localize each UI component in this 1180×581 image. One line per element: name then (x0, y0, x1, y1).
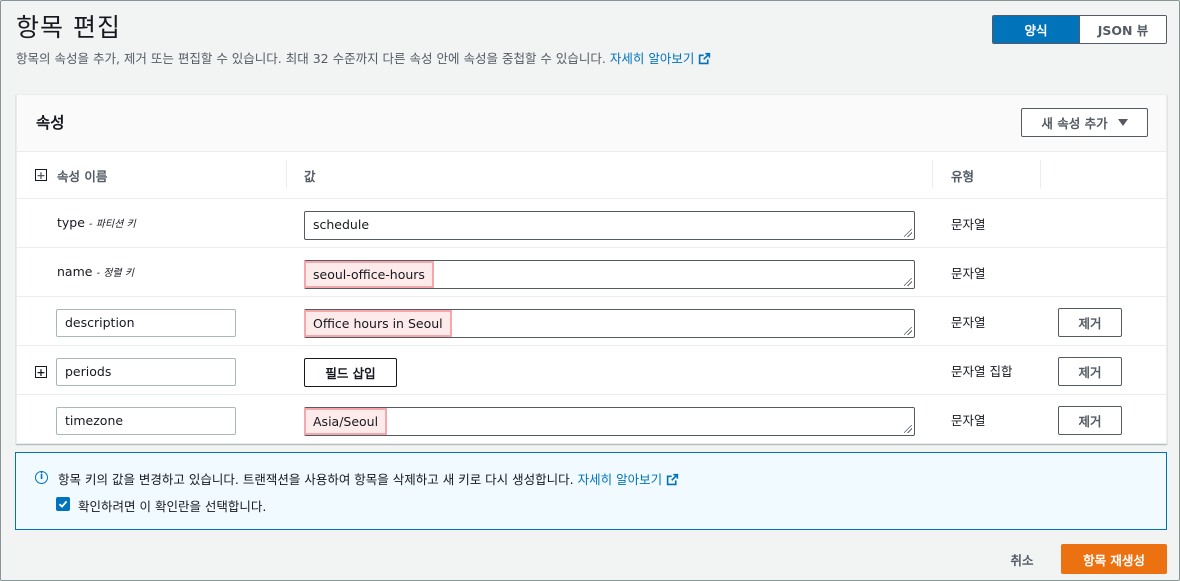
remove-button[interactable]: 제거 (1058, 308, 1122, 337)
attribute-name-field[interactable]: description (56, 309, 236, 337)
resize-grip-icon[interactable] (904, 425, 912, 433)
resize-grip-icon[interactable] (904, 278, 912, 286)
value-field[interactable]: Office hours in Seoul (304, 309, 915, 338)
type-label: 문자열 (951, 266, 986, 281)
column-header-name: 속성 이름 (57, 169, 108, 184)
form-view-button[interactable]: 양식 (993, 16, 1079, 43)
alert-message: 항목 키의 값을 변경하고 있습니다. 트랜잭션을 사용하여 항목을 삭제하고 … (58, 469, 679, 488)
sort-key-name: name - 정렬 키 (57, 264, 135, 279)
column-header-value: 값 (304, 169, 316, 184)
page-description: 항목의 속성을 추가, 제거 또는 편집할 수 있습니다. 최대 32 수준까지… (16, 48, 711, 67)
panel-header: 속성 새 속성 추가 (17, 95, 1166, 152)
changed-value-highlight: Office hours in Seoul (304, 310, 452, 337)
page-title: 항목 편집 (16, 13, 121, 42)
attribute-name-field[interactable]: timezone (56, 407, 236, 435)
confirm-checkbox[interactable] (56, 497, 70, 511)
view-toggle: 양식 JSON 뷰 (992, 15, 1167, 44)
panel-title: 속성 (36, 114, 65, 132)
type-label: 문자열 집합 (951, 364, 1013, 379)
table-row: + periods 필드 삽입 문자열 집합 제거 (17, 346, 1166, 395)
resize-grip-icon[interactable] (904, 327, 912, 335)
partition-key-name: type - 파티션 키 (57, 215, 136, 230)
value-field[interactable]: schedule (304, 211, 915, 240)
attributes-panel: 속성 새 속성 추가 + 속성 이름 값 유형 type - 파티션 키 sch… (16, 94, 1167, 444)
resize-grip-icon[interactable] (904, 229, 912, 237)
table-header: + 속성 이름 값 유형 (17, 152, 1166, 199)
key-note: - 정렬 키 (96, 268, 135, 279)
value-field[interactable]: Asia/Seoul (304, 407, 915, 436)
changed-value-highlight: Asia/Seoul (304, 408, 388, 435)
learn-more-link[interactable]: 자세히 알아보기 (610, 51, 711, 66)
changed-value-highlight: seoul-office-hours (304, 261, 434, 288)
expand-all-icon[interactable]: + (35, 169, 47, 181)
alert-learn-more-link[interactable]: 자세히 알아보기 (578, 472, 679, 487)
remove-button[interactable]: 제거 (1058, 406, 1122, 435)
column-divider (286, 160, 287, 188)
recreate-item-button[interactable]: 항목 재생성 (1061, 544, 1167, 574)
description-text: 항목의 속성을 추가, 제거 또는 편집할 수 있습니다. 최대 32 수준까지… (16, 51, 606, 66)
table-row: description Office hours in Seoul 문자열 제거 (17, 297, 1166, 346)
cancel-button[interactable]: 취소 (997, 544, 1047, 574)
column-header-type: 유형 (951, 169, 975, 184)
info-alert: i 항목 키의 값을 변경하고 있습니다. 트랜잭션을 사용하여 항목을 삭제하… (15, 452, 1167, 530)
value-field[interactable]: seoul-office-hours (304, 260, 915, 289)
external-link-icon (666, 473, 679, 486)
caret-down-icon (1117, 119, 1128, 126)
expand-icon[interactable]: + (35, 366, 47, 378)
type-label: 문자열 (951, 413, 986, 428)
add-attribute-button[interactable]: 새 속성 추가 (1021, 108, 1148, 137)
external-link-icon (699, 52, 711, 65)
type-label: 문자열 (951, 217, 986, 232)
key-note: - 파티션 키 (88, 219, 136, 230)
confirm-checkbox-label: 확인하려면 이 확인란을 선택합니다. (78, 499, 267, 514)
checkmark-icon (58, 500, 68, 508)
type-label: 문자열 (951, 315, 986, 330)
remove-button[interactable]: 제거 (1058, 357, 1122, 386)
table-row: timezone Asia/Seoul 문자열 제거 (17, 395, 1166, 444)
attribute-name-field[interactable]: periods (56, 358, 236, 386)
insert-field-button[interactable]: 필드 삽입 (304, 358, 397, 387)
table-row: type - 파티션 키 schedule 문자열 (17, 199, 1166, 248)
json-view-button[interactable]: JSON 뷰 (1079, 16, 1166, 43)
column-divider (1040, 160, 1041, 188)
column-divider (932, 160, 933, 188)
info-icon: i (35, 471, 48, 484)
table-row: name - 정렬 키 seoul-office-hours 문자열 (17, 248, 1166, 297)
